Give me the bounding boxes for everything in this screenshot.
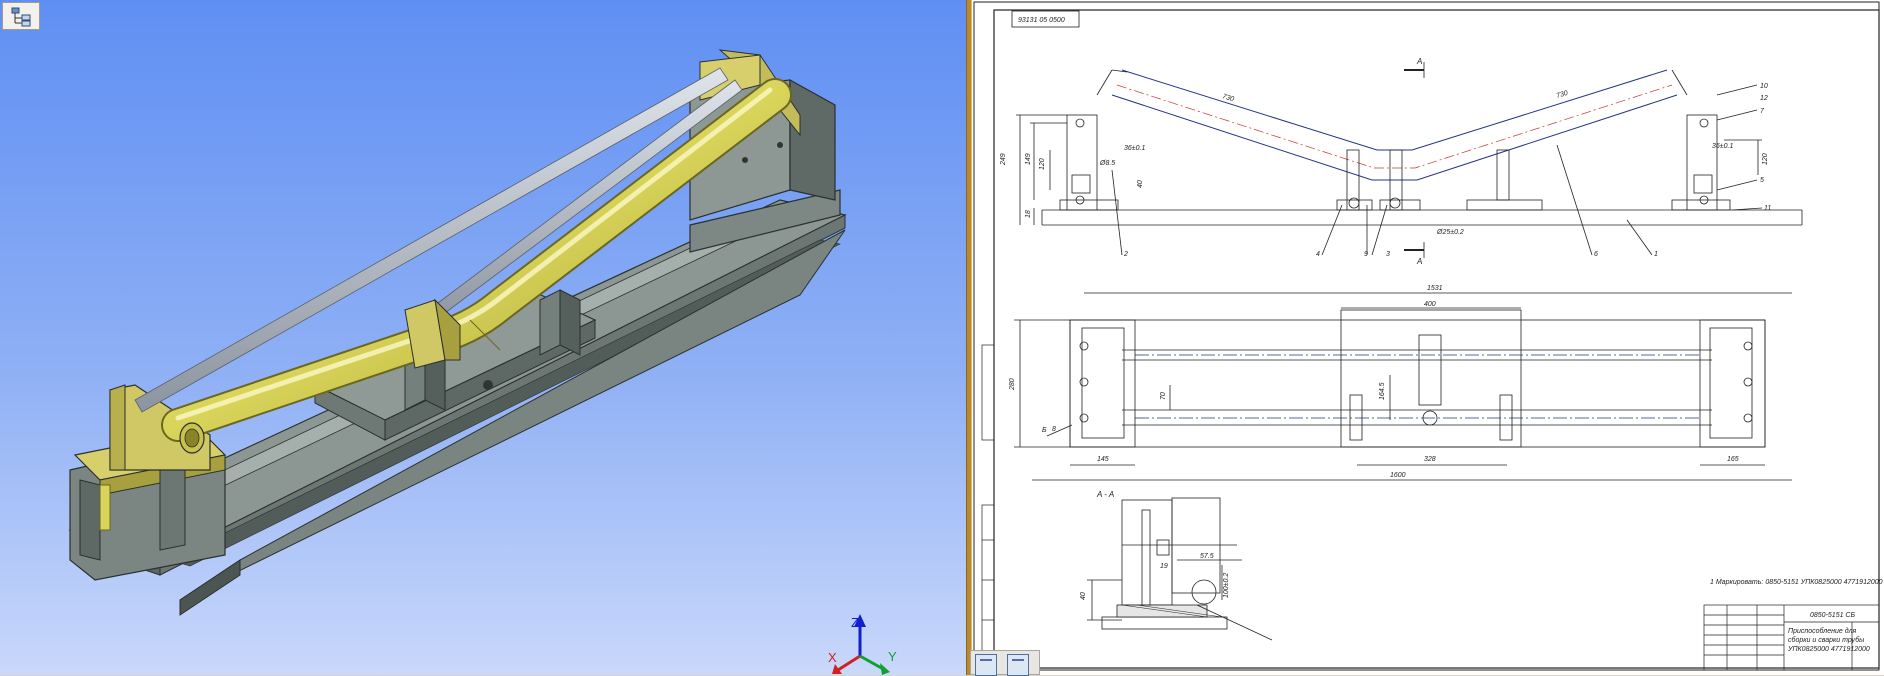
section-title: A - A [1096, 490, 1114, 499]
svg-text:57.5: 57.5 [1200, 553, 1214, 560]
axis-y-label: Y [888, 649, 897, 664]
svg-text:400: 400 [1424, 301, 1436, 308]
svg-text:Ø8.5: Ø8.5 [1099, 160, 1115, 167]
svg-text:1531: 1531 [1427, 285, 1443, 292]
marking-note: 1 Маркировать: 0850-5151 УПК0825000 4771… [1710, 579, 1883, 586]
svg-text:164.5: 164.5 [1379, 382, 1386, 400]
axis-triad: Z X Y [828, 614, 897, 675]
svg-text:36±0.1: 36±0.1 [1712, 143, 1733, 150]
svg-text:18: 18 [1025, 210, 1032, 218]
svg-text:19: 19 [1160, 563, 1168, 570]
titleblock-name-2: сборки и сварки трубы [1788, 636, 1865, 644]
callout-8: 8 [1052, 426, 1056, 433]
callout-4: 4 [1316, 251, 1320, 258]
svg-text:120: 120 [1039, 158, 1046, 170]
svg-text:Ø25±0.2: Ø25±0.2 [1436, 229, 1464, 236]
svg-text:149: 149 [1025, 153, 1032, 165]
svg-text:100±0.2: 100±0.2 [1223, 573, 1230, 598]
callout-12: 12 [1760, 95, 1768, 102]
drawing-sheet: 93131 05 0500 249 149 120 18 120 730 730… [973, 1, 1883, 671]
titleblock-name-3: УПК0825000 4771912000 [1787, 646, 1870, 653]
stamp-code: 93131 05 0500 [1018, 17, 1065, 24]
titleblock-code: 0850-5151 СБ [1810, 612, 1855, 619]
svg-text:70: 70 [1160, 392, 1167, 400]
svg-text:120: 120 [1762, 153, 1769, 165]
axis-x-label: X [828, 650, 837, 665]
sheet-thumbnail-2[interactable] [1007, 654, 1029, 676]
svg-text:249: 249 [1000, 153, 1007, 166]
section-mark-bottom: A [1416, 257, 1422, 266]
svg-text:145: 145 [1097, 456, 1109, 463]
callout-11: 11 [1764, 205, 1771, 212]
drawing-sheet-pane[interactable]: 93131 05 0500 249 149 120 18 120 730 730… [972, 0, 1884, 675]
svg-text:165: 165 [1727, 456, 1739, 463]
callout-2: 2 [1123, 251, 1128, 258]
sheet-thumbnail-1[interactable] [975, 654, 997, 676]
plan-mark-b: Б [1042, 427, 1047, 434]
sheet-thumbnails [970, 650, 1040, 676]
svg-text:36±0.1: 36±0.1 [1124, 145, 1145, 152]
center-clamp [404, 298, 461, 369]
callout-5: 5 [1760, 177, 1764, 184]
svg-text:1600: 1600 [1390, 472, 1406, 479]
svg-text:40: 40 [1137, 180, 1144, 188]
callout-10: 10 [1760, 83, 1768, 90]
callout-9: 9 [1364, 251, 1368, 258]
svg-text:328: 328 [1424, 456, 1436, 463]
callout-3: 3 [1386, 251, 1390, 258]
svg-text:280: 280 [1009, 378, 1016, 391]
assembly-model[interactable]: Z X Y [0, 0, 966, 675]
svg-text:40: 40 [1080, 592, 1087, 600]
callout-6: 6 [1594, 251, 1598, 258]
titleblock-name-1: Приспособление для [1788, 627, 1857, 635]
section-mark-top: A [1416, 57, 1422, 66]
3d-viewport[interactable]: Z X Y [0, 0, 966, 675]
callout-1: 1 [1654, 251, 1658, 258]
axis-z-label: Z [851, 615, 859, 630]
